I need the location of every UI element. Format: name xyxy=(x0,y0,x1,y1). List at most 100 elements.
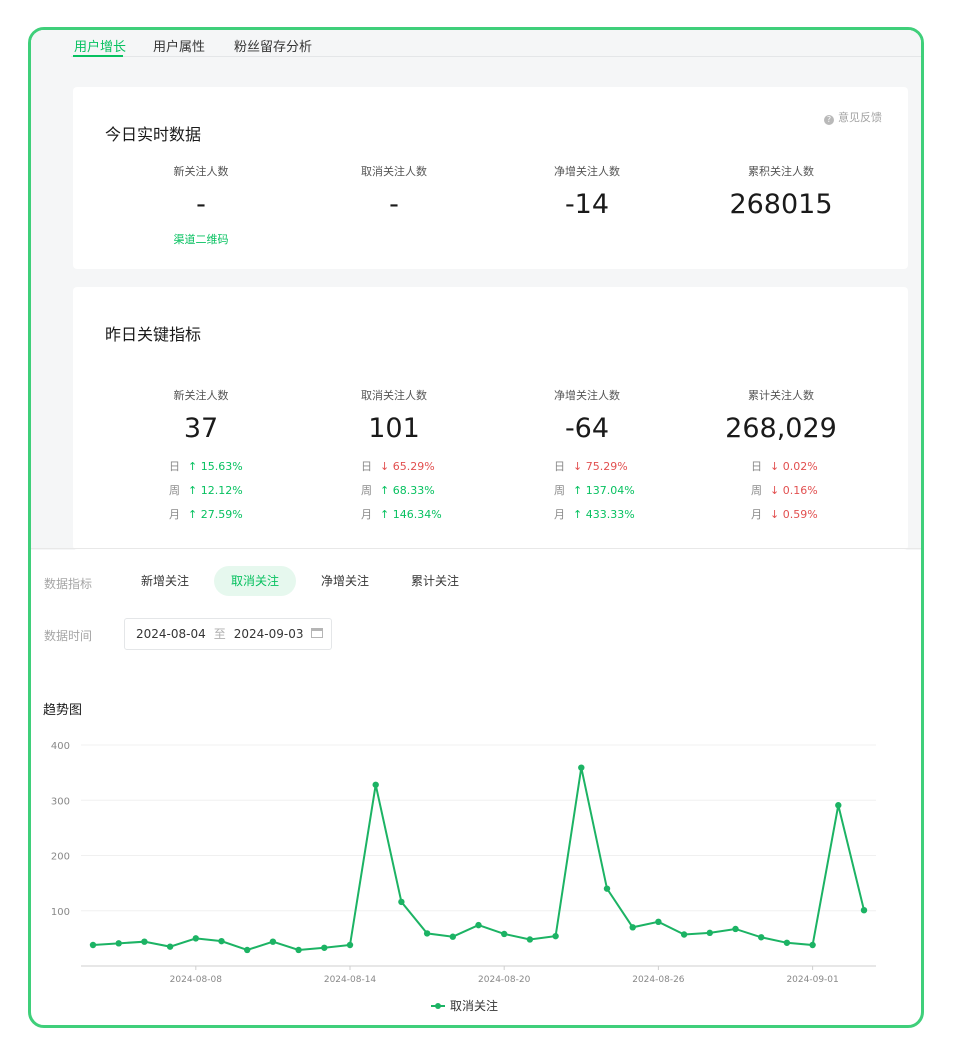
realtime-total-follows: 累积关注人数 268015 xyxy=(691,163,871,221)
x-tick-label: 2024-08-14 xyxy=(324,975,377,985)
tab-user-growth[interactable]: 用户增长 xyxy=(74,36,126,55)
metric-option-total[interactable]: 累计关注 xyxy=(395,566,475,596)
yesterday-card: 昨日关键指标 新关注人数 37 取消关注人数 101 净增关注人数 -64 累计… xyxy=(73,287,908,550)
change-value: ↑ 433.33% xyxy=(573,508,635,521)
metric-value: - xyxy=(389,189,399,220)
metric-value: - xyxy=(196,189,206,220)
change-value: ↓ 0.16% xyxy=(770,484,818,497)
y-tick-label: 400 xyxy=(51,741,70,752)
change-row: 日 ↓ 75.29% xyxy=(554,455,635,479)
change-period: 月 xyxy=(361,508,372,521)
metric-option-net[interactable]: 净增关注 xyxy=(305,566,385,596)
change-period: 周 xyxy=(751,484,762,497)
change-period: 月 xyxy=(554,508,565,521)
data-point xyxy=(295,946,302,954)
app-frame: 用户增长 用户属性 粉丝留存分析 今日实时数据 ? 意见反馈 新关注人数 - 渠道… xyxy=(28,27,924,1028)
metric-label: 新关注人数 xyxy=(173,389,229,402)
metric-value: -14 xyxy=(564,189,610,220)
x-tick-label: 2024-08-08 xyxy=(170,975,223,985)
data-point xyxy=(629,924,636,931)
change-value: ↑ 15.63% xyxy=(188,460,243,473)
data-point xyxy=(552,932,559,940)
date-start: 2024-08-04 xyxy=(136,627,206,641)
data-point xyxy=(526,936,534,943)
change-value: ↓ 75.29% xyxy=(573,460,628,473)
data-point xyxy=(141,938,148,945)
data-point xyxy=(501,930,508,938)
change-row: 周 ↓ 0.16% xyxy=(751,479,818,503)
feedback-icon: ? xyxy=(824,115,834,125)
change-list: 日 ↓ 0.02% 周 ↓ 0.16% 月 ↓ 0.59% xyxy=(751,455,818,527)
data-point xyxy=(244,946,251,954)
calendar-icon xyxy=(311,628,323,638)
trend-title: 趋势图 xyxy=(43,703,83,718)
yesterday-new-follows: 新关注人数 37 xyxy=(111,387,291,445)
change-row: 月 ↑ 433.33% xyxy=(554,503,635,527)
data-point xyxy=(372,781,379,788)
data-point xyxy=(218,937,225,945)
data-point xyxy=(655,918,662,925)
change-row: 日 ↓ 0.02% xyxy=(751,455,818,479)
change-period: 周 xyxy=(169,484,180,497)
change-period: 周 xyxy=(554,484,565,497)
change-row: 月 ↑ 146.34% xyxy=(361,503,442,527)
data-point xyxy=(346,941,354,949)
change-list: 日 ↓ 75.29% 周 ↑ 137.04% 月 ↑ 433.33% xyxy=(554,455,635,527)
tab-bar: 用户增长 用户属性 粉丝留存分析 xyxy=(31,30,921,60)
x-tick-label: 2024-08-26 xyxy=(632,975,685,985)
feedback-link[interactable]: ? 意见反馈 xyxy=(824,109,882,125)
date-range-picker[interactable]: 2024-08-04 至 2024-09-03 xyxy=(124,618,332,650)
tab-user-attributes[interactable]: 用户属性 xyxy=(153,36,205,55)
change-list: 日 ↓ 65.29% 周 ↑ 68.33% 月 ↑ 146.34% xyxy=(361,455,442,527)
metric-value: 37 xyxy=(183,413,219,444)
metric-value: 101 xyxy=(368,413,420,444)
change-row: 周 ↑ 12.12% xyxy=(169,479,243,503)
data-point xyxy=(706,929,713,937)
change-row: 周 ↑ 68.33% xyxy=(361,479,442,503)
y-tick-label: 100 xyxy=(51,907,70,918)
data-point xyxy=(758,934,765,941)
x-tick-label: 2024-09-01 xyxy=(786,975,838,985)
change-list: 日 ↑ 15.63% 周 ↑ 12.12% 月 ↑ 27.59% xyxy=(169,455,243,527)
change-period: 日 xyxy=(169,460,180,473)
y-tick-label: 200 xyxy=(51,852,70,863)
data-point xyxy=(166,943,174,950)
change-value: ↑ 137.04% xyxy=(573,484,635,497)
data-point xyxy=(269,938,277,945)
realtime-unfollows: 取消关注人数 - xyxy=(304,163,484,221)
legend-label: 取消关注 xyxy=(450,998,498,1013)
realtime-card: 今日实时数据 ? 意见反馈 新关注人数 - 渠道二维码 取消关注人数 - 净增关注… xyxy=(73,87,908,269)
metric-label: 净增关注人数 xyxy=(554,389,620,402)
metric-value: 268,029 xyxy=(725,413,837,444)
trend-chart: 100 200 300 400 2024-08-08 2024-08-14 2024-08-… xyxy=(51,741,876,1013)
data-point xyxy=(860,906,868,914)
data-point xyxy=(680,931,688,938)
data-point xyxy=(783,939,791,946)
legend-marker xyxy=(435,1003,441,1009)
data-point xyxy=(809,941,816,949)
date-separator: 至 xyxy=(213,627,226,641)
data-point xyxy=(89,941,97,949)
metric-option-unfollow[interactable]: 取消关注 xyxy=(214,566,296,596)
change-row: 月 ↓ 0.59% xyxy=(751,503,818,527)
data-point xyxy=(578,764,585,771)
change-row: 日 ↓ 65.29% xyxy=(361,455,442,479)
metric-label: 累计关注人数 xyxy=(748,389,814,402)
channel-qrcode-link[interactable]: 渠道二维码 xyxy=(111,231,291,247)
data-point xyxy=(475,921,482,929)
active-tab-indicator xyxy=(73,55,123,57)
metric-value: -64 xyxy=(564,413,610,444)
change-value: ↓ 0.59% xyxy=(770,508,818,521)
change-value: ↓ 65.29% xyxy=(380,460,435,473)
change-value: ↑ 27.59% xyxy=(188,508,243,521)
tab-fan-retention[interactable]: 粉丝留存分析 xyxy=(234,36,312,55)
metric-option-new[interactable]: 新增关注 xyxy=(125,566,205,596)
data-point xyxy=(398,898,405,906)
data-point xyxy=(423,930,431,937)
data-point xyxy=(321,944,328,951)
change-row: 日 ↑ 15.63% xyxy=(169,455,243,479)
metric-label: 取消关注人数 xyxy=(361,389,427,402)
overview-area: 用户增长 用户属性 粉丝留存分析 今日实时数据 ? 意见反馈 新关注人数 - 渠道… xyxy=(31,30,921,550)
yesterday-title: 昨日关键指标 xyxy=(105,325,202,344)
metric-value: 268015 xyxy=(729,189,833,220)
